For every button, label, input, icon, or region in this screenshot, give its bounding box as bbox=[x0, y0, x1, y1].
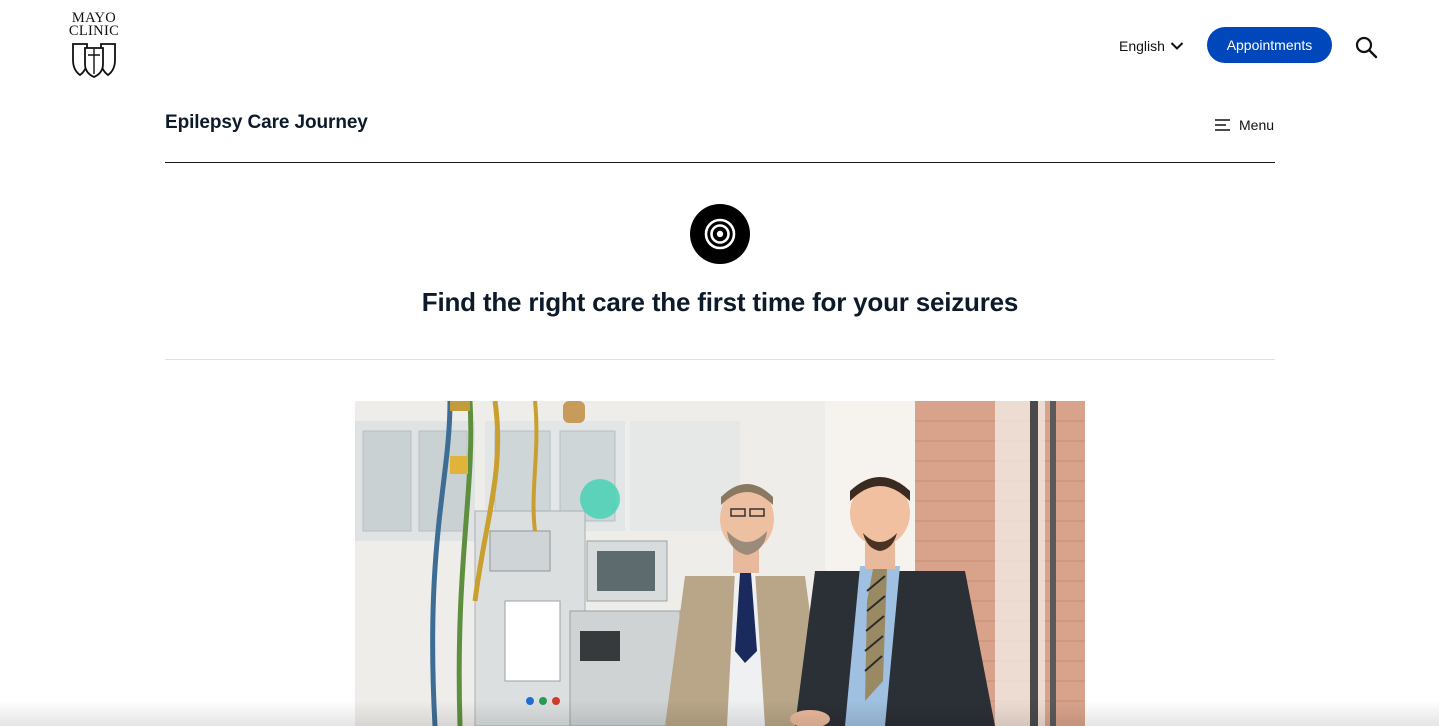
page-title[interactable]: Epilepsy Care Journey bbox=[165, 112, 368, 134]
section-divider bbox=[165, 162, 1275, 163]
mayo-clinic-logo[interactable]: MAYO CLINIC bbox=[62, 11, 126, 80]
search-button[interactable] bbox=[1354, 35, 1378, 59]
appointments-button[interactable]: Appointments bbox=[1207, 27, 1332, 63]
hero-photo bbox=[355, 401, 1085, 726]
logo-text-line-2: CLINIC bbox=[68, 23, 120, 39]
language-selector[interactable]: English bbox=[1119, 36, 1184, 56]
chevron-down-icon bbox=[1170, 42, 1184, 50]
site-header: MAYO CLINIC English Appointments bbox=[0, 0, 1439, 92]
hero-icon-badge bbox=[690, 204, 750, 264]
language-label: English bbox=[1119, 38, 1165, 54]
mayo-shield-icon bbox=[72, 43, 116, 78]
hamburger-icon bbox=[1215, 119, 1230, 131]
menu-button[interactable]: Menu bbox=[1215, 116, 1274, 134]
search-icon bbox=[1355, 36, 1378, 59]
menu-label: Menu bbox=[1239, 117, 1275, 133]
hero-divider bbox=[165, 359, 1275, 360]
hero-heading: Find the right care the first time for y… bbox=[421, 287, 1019, 317]
photo-illustration bbox=[355, 401, 1085, 726]
target-icon bbox=[704, 218, 736, 250]
